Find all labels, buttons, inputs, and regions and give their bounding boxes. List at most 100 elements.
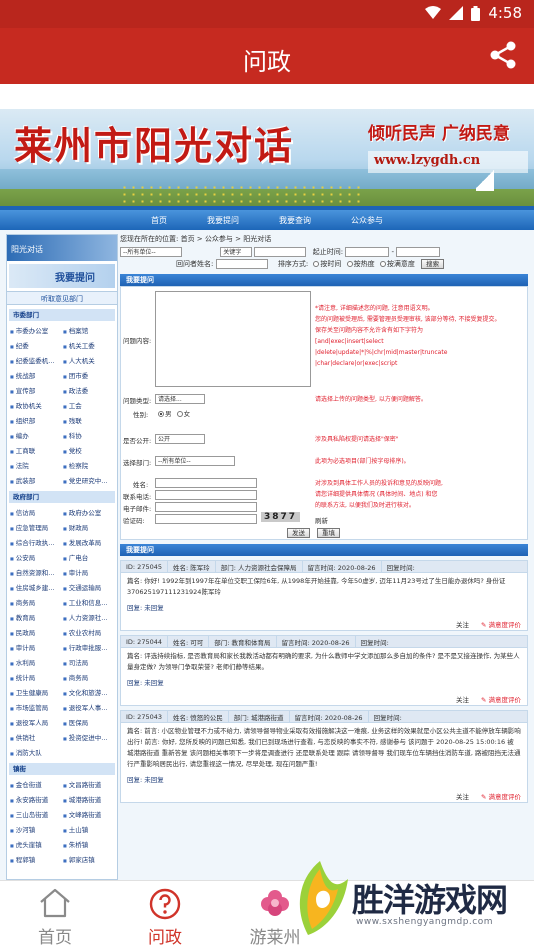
portal-nav-home[interactable]: 首页 [131,215,187,226]
dept-link[interactable]: 审计局 [10,642,61,652]
dept-link[interactable]: 综合行政执... [10,537,61,547]
dept-link[interactable]: 民政局 [10,627,61,637]
name-filter-input[interactable] [215,259,268,269]
dept-link[interactable]: 统计局 [10,672,61,682]
reset-button[interactable]: 重填 [317,528,340,538]
dept-link[interactable]: 政协机关 [10,400,61,410]
dept-link[interactable]: 组织部 [10,415,61,425]
email-input[interactable] [155,502,257,512]
sidebar-banner-ask[interactable]: 我要提问 [9,264,115,288]
dept-link[interactable]: 供销社 [10,732,61,742]
portal-nav-ask[interactable]: 我要提问 [187,215,259,226]
dept-link[interactable]: 农业农村局 [63,627,114,637]
dept-link[interactable]: 教育局 [10,612,61,622]
date-start-input[interactable] [345,247,390,257]
dept-link[interactable]: 党史研究中... [63,475,114,485]
dept-link[interactable]: 三山岛街道 [10,809,61,819]
dept-link[interactable]: 卫生健康局 [10,687,61,697]
dept-link[interactable]: 法院 [10,460,61,470]
dept-link[interactable]: 团市委 [63,370,114,380]
sort-hot-radio[interactable] [346,261,353,267]
dept-link[interactable]: 公安局 [10,552,61,562]
filter-dept-select[interactable]: --所有单位-- [120,247,182,257]
dept-link[interactable]: 沙河镇 [10,824,61,834]
date-end-input[interactable] [396,247,441,257]
dept-link[interactable]: 虎头崖镇 [10,839,61,849]
dept-link[interactable]: 交通运输局 [63,582,114,592]
dept-select[interactable]: --所有单位-- [155,456,235,466]
rate-link[interactable]: ✎ 满意度评价 [481,694,521,704]
rate-link[interactable]: ✎ 满意度评价 [481,791,521,801]
dept-link[interactable]: 应急管理局 [10,522,61,532]
dept-link[interactable]: 文昌路街道 [63,779,114,789]
dept-link[interactable]: 退役军人事... [63,702,114,712]
dept-link[interactable]: 土山镇 [63,824,114,834]
dept-link[interactable]: 消防大队 [10,747,61,757]
dept-link[interactable]: 人力资源社... [63,612,114,622]
portal-nav-query[interactable]: 我要查询 [259,215,331,226]
dept-link[interactable]: 工会 [63,400,114,410]
question-text[interactable]: 篇名: 前言: 小区物业管理不力或不给力, 请领导督导物业采取有效措施解决这一难… [121,723,527,773]
dept-link[interactable]: 自然资源和... [10,567,61,577]
dept-link[interactable]: 政法委 [63,385,114,395]
filter-keyword-select[interactable]: 关键字 [220,247,253,257]
submit-button[interactable]: 发送 [287,528,310,538]
dept-link[interactable]: 武装部 [10,475,61,485]
question-textarea[interactable] [155,291,311,387]
dept-link[interactable]: 郭家店镇 [63,854,114,864]
question-text[interactable]: 篇名: 你好! 1992年到1997年在单位交职工保险6年, 从1998年开始挂… [121,573,527,601]
dept-link[interactable]: 纪委监委机... [10,355,61,365]
dept-link[interactable]: 检察院 [63,460,114,470]
dept-link[interactable]: 科协 [63,430,114,440]
dept-link[interactable]: 住房城乡建... [10,582,61,592]
tab-home[interactable]: 首页 [0,881,110,949]
dept-link[interactable]: 朱桥镇 [63,839,114,849]
dept-link[interactable]: 编办 [10,430,61,440]
sort-satisfaction-radio[interactable] [379,261,386,267]
follow-link[interactable]: 关注 [456,619,469,629]
share-icon[interactable] [488,40,518,70]
name-input[interactable] [155,478,257,488]
dept-link[interactable]: 机关工委 [63,340,114,350]
dept-link[interactable]: 统战部 [10,370,61,380]
captcha-input[interactable] [155,514,257,524]
public-select[interactable]: 公开 [155,434,205,444]
dept-link[interactable]: 商务局 [10,597,61,607]
dept-link[interactable]: 党校 [63,445,114,455]
dept-link[interactable]: 宣传部 [10,385,61,395]
dept-link[interactable]: 城港路街道 [63,794,114,804]
dept-link[interactable]: 程郭镇 [10,854,61,864]
dept-link[interactable]: 工业和信息... [63,597,114,607]
sex-female-radio[interactable] [176,411,183,417]
sex-male-radio[interactable] [158,411,164,417]
dept-link[interactable]: 工商联 [10,445,61,455]
dept-link[interactable]: 财政局 [63,522,114,532]
webview-content[interactable]: 莱州市阳光对话 倾听民声 广纳民意 www.lzygdh.cn 首页 我要提问 … [0,84,534,880]
dept-link[interactable]: 人大机关 [63,355,114,365]
sidebar-banner-dialogue[interactable]: 阳光对话 [7,235,117,261]
dept-link[interactable]: 行政审批服... [63,642,114,652]
dept-link[interactable]: 市委办公室 [10,325,61,335]
dept-link[interactable]: 发展改革局 [63,537,114,547]
dept-link[interactable]: 文化和旅游... [63,687,114,697]
dept-link[interactable]: 纪委 [10,340,61,350]
dept-link[interactable]: 医保局 [63,717,114,727]
dept-link[interactable]: 水利局 [10,657,61,667]
filter-keyword-input[interactable] [254,247,307,257]
dept-link[interactable]: 文峰路街道 [63,809,114,819]
dept-link[interactable]: 广电台 [63,552,114,562]
dept-link[interactable]: 司法局 [63,657,114,667]
follow-link[interactable]: 关注 [456,694,469,704]
contact-input[interactable] [155,490,257,500]
dept-link[interactable]: 市场监管局 [10,702,61,712]
dept-link[interactable]: 档案馆 [63,325,114,335]
tab-wenzheng[interactable]: 问政 [110,881,220,949]
portal-nav-participate[interactable]: 公众参与 [331,215,403,226]
dept-link[interactable]: 永安路街道 [10,794,61,804]
dept-link[interactable]: 审计局 [63,567,114,577]
type-select[interactable]: 请选择... [155,394,205,404]
captcha-refresh[interactable]: 刷新 [315,515,328,525]
search-button[interactable]: 搜索 [421,259,445,269]
captcha-image[interactable]: 3877 [261,512,301,522]
rate-link[interactable]: ✎ 满意度评价 [481,619,521,629]
